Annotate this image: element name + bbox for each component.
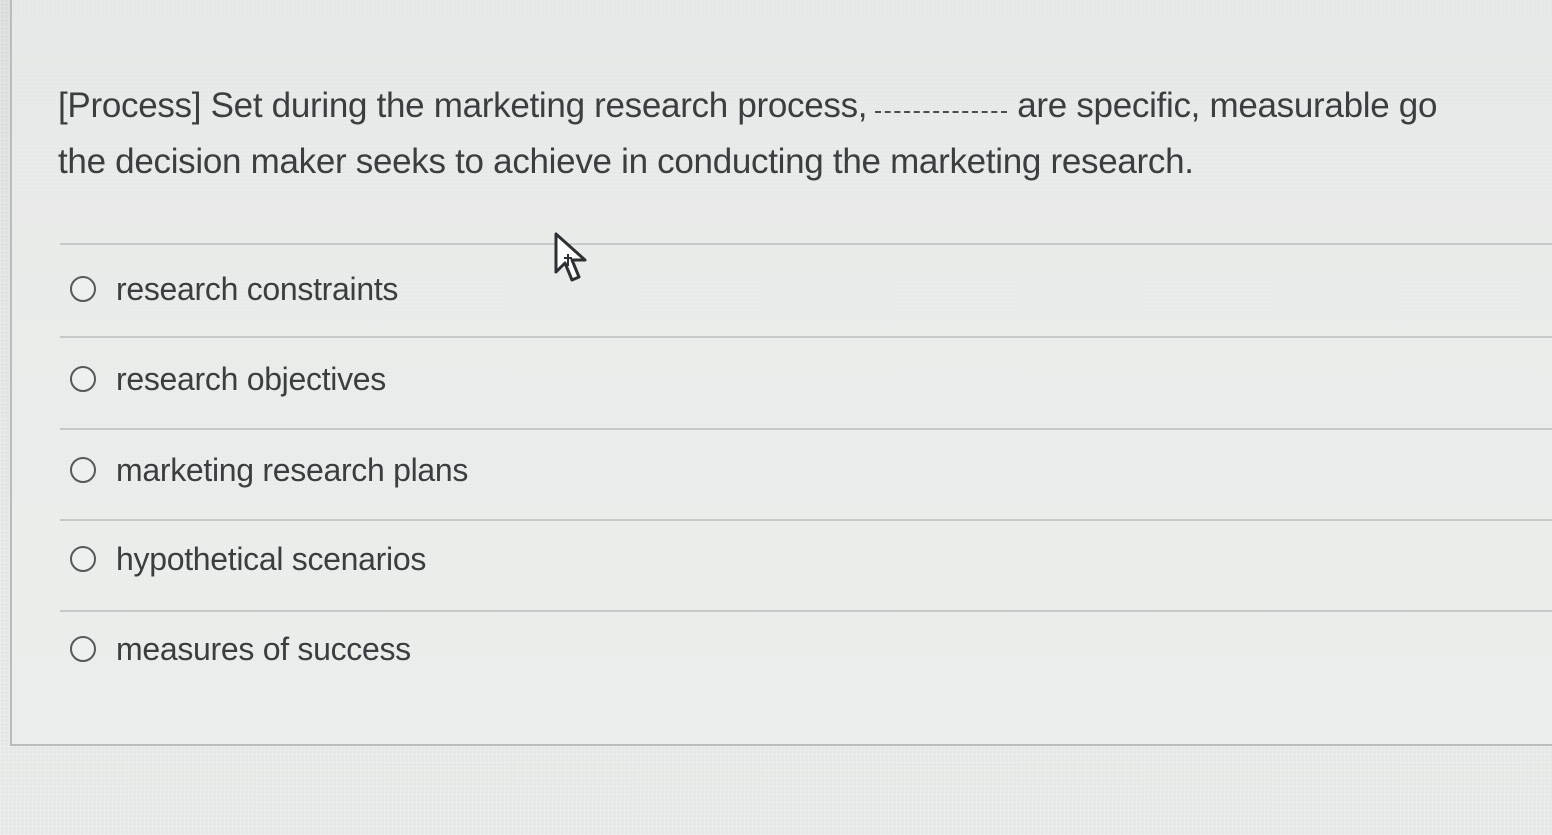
option-research-constraints[interactable]: research constraints [70,259,970,319]
radio-unchecked-icon[interactable] [70,366,96,392]
question-line-1: [Process] Set during the marketing resea… [58,78,1552,134]
option-label: measures of success [116,630,411,667]
option-divider [60,610,1552,612]
question-line-2: the decision maker seeks to achieve in c… [58,142,1194,181]
option-hypothetical-scenarios[interactable]: hypothetical scenarios [70,529,970,589]
option-label: hypothetical scenarios [116,540,427,577]
option-divider [60,519,1552,521]
radio-unchecked-icon[interactable] [70,457,96,483]
option-divider [60,243,1552,245]
question-text-before-blank: [Process] Set during the marketing resea… [58,86,868,125]
option-divider [60,428,1552,430]
radio-unchecked-icon[interactable] [70,276,96,302]
option-divider [60,336,1552,338]
mouse-pointer-icon [554,232,587,282]
option-research-objectives[interactable]: research objectives [70,349,970,409]
answer-blank [875,109,1008,113]
radio-unchecked-icon[interactable] [70,546,96,572]
question-text-after-blank: are specific, measurable go [1017,86,1438,125]
option-label: research objectives [116,360,386,397]
option-marketing-research-plans[interactable]: marketing research plans [70,440,970,500]
option-label: marketing research plans [116,451,469,488]
quiz-screen: [Process] Set during the marketing resea… [0,0,1552,835]
option-label: research constraints [116,270,399,307]
question-text: [Process] Set during the marketing resea… [58,78,1552,190]
radio-unchecked-icon[interactable] [70,636,96,662]
option-measures-of-success[interactable]: measures of success [70,619,970,679]
